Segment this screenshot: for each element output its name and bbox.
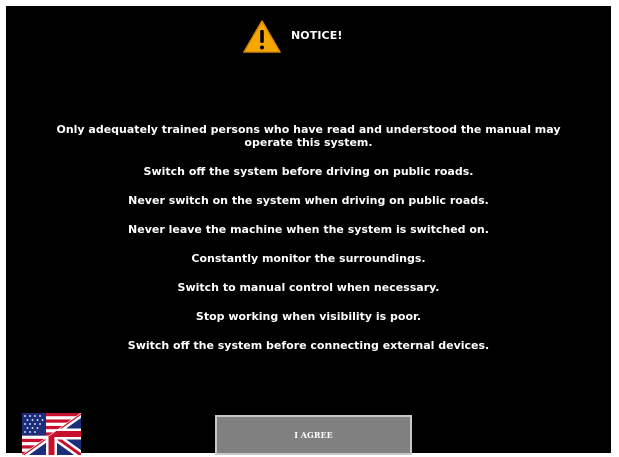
safety-message-public-roads-on: Never switch on the system when driving … [128, 194, 489, 207]
notice-header: NOTICE! [6, 19, 611, 55]
notice-screen: NOTICE! Only adequately trained persons … [6, 6, 611, 455]
agree-button[interactable]: I AGREE [215, 415, 412, 455]
safety-message-training: Only adequately trained persons who have… [56, 123, 561, 149]
safety-message-leave-machine: Never leave the machine when the system … [128, 223, 489, 236]
safety-message-external-devices: Switch off the system before connecting … [127, 339, 490, 352]
safety-message-public-roads-off: Switch off the system before driving on … [143, 165, 474, 178]
us-uk-flag-icon[interactable] [22, 413, 81, 455]
notice-title: NOTICE! [291, 29, 343, 42]
safety-message-surroundings: Constantly monitor the surroundings. [191, 252, 426, 265]
warning-triangle-icon [243, 20, 281, 53]
safety-message-visibility: Stop working when visibility is poor. [195, 310, 422, 323]
safety-message-manual-control: Switch to manual control when necessary. [177, 281, 440, 294]
safety-messages: Only adequately trained persons who have… [6, 123, 611, 368]
